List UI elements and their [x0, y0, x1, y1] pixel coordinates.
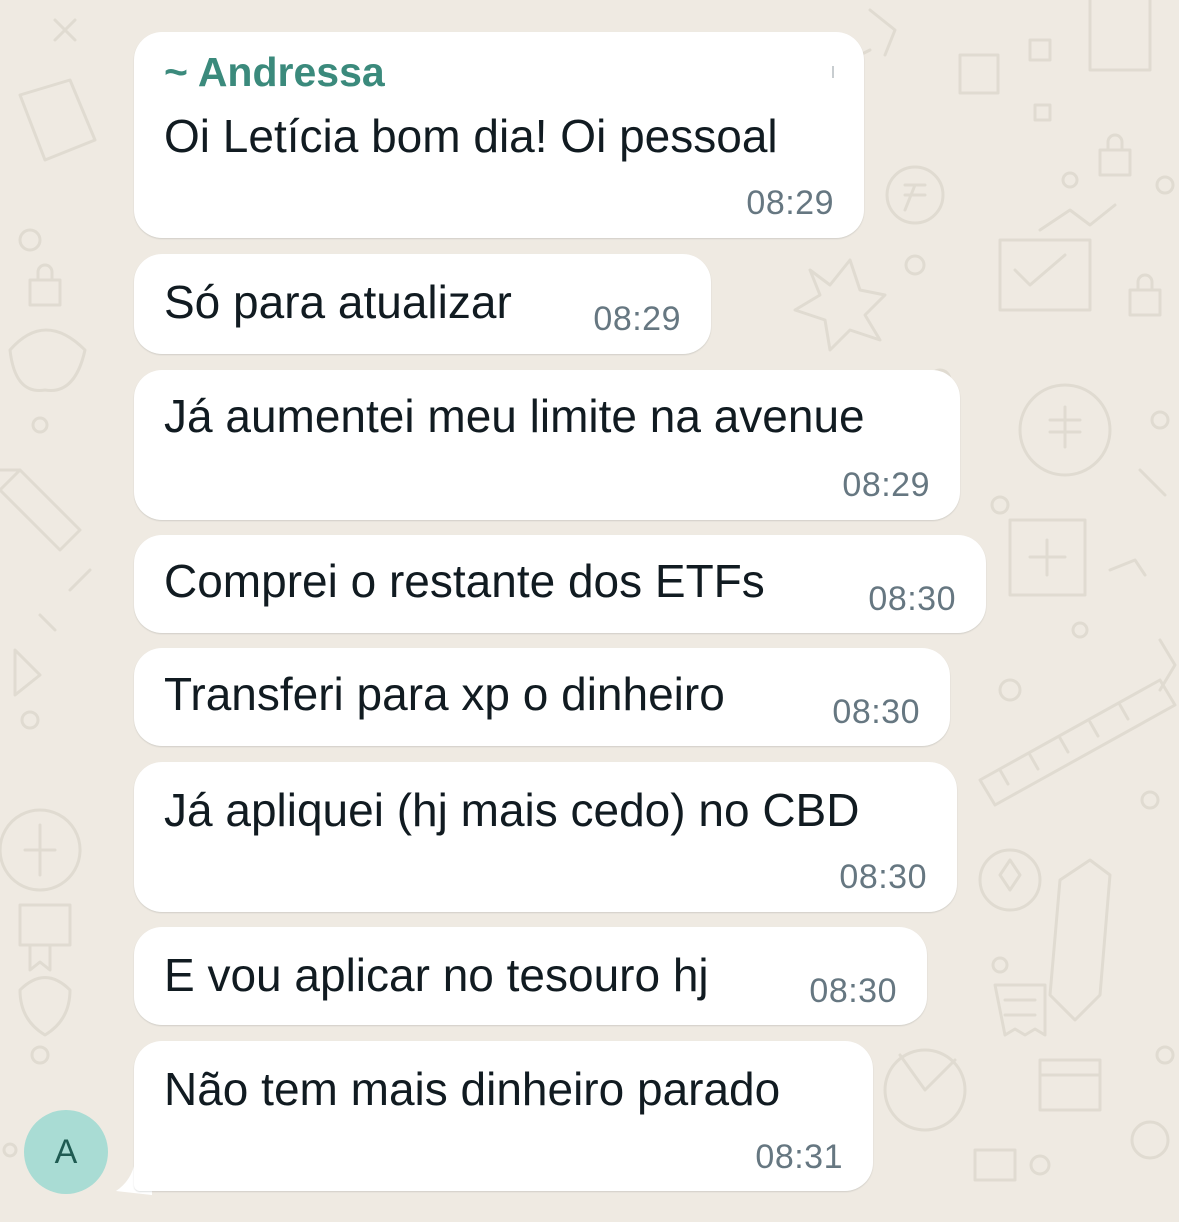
message-time: 08:29	[842, 466, 930, 504]
message-time: 08:31	[755, 1138, 843, 1176]
message-text: Não tem mais dinheiro parado	[164, 1063, 781, 1115]
message-text: Oi Letícia bom dia! Oi pessoal	[164, 110, 778, 162]
message-text: Transferi para xp o dinheiro	[164, 668, 725, 720]
message-bubble[interactable]: Só para atualizar 08:29	[134, 254, 711, 354]
message-bubble[interactable]: E vou aplicar no tesouro hj 08:30	[134, 927, 927, 1025]
sender-avatar[interactable]: A	[24, 1110, 108, 1194]
message-bubble[interactable]: Já aumentei meu limite na avenue 08:29	[134, 370, 960, 520]
message-time: 08:30	[839, 858, 927, 896]
bubble-menu-indicator	[832, 66, 834, 78]
message-text: Já aumentei meu limite na avenue	[164, 390, 865, 442]
message-time: 08:29	[746, 184, 834, 222]
message-time: 08:30	[832, 693, 920, 731]
message-bubble[interactable]: Comprei o restante dos ETFs 08:30	[134, 535, 986, 633]
message-time: 08:30	[868, 580, 956, 618]
message-text: E vou aplicar no tesouro hj	[164, 949, 709, 1001]
message-time: 08:29	[593, 300, 681, 338]
message-bubble[interactable]: Não tem mais dinheiro parado 08:31	[134, 1041, 873, 1191]
message-bubble[interactable]: Já apliquei (hj mais cedo) no CBD 08:30	[134, 762, 957, 912]
message-text: Comprei o restante dos ETFs	[164, 555, 765, 607]
message-bubble[interactable]: ~ Andressa Oi Letícia bom dia! Oi pessoa…	[134, 32, 864, 238]
message-bubble[interactable]: Transferi para xp o dinheiro 08:30	[134, 648, 950, 746]
message-text: Só para atualizar	[164, 276, 512, 328]
sender-name[interactable]: ~ Andressa	[164, 50, 385, 94]
message-text: Já apliquei (hj mais cedo) no CBD	[164, 784, 860, 836]
message-time: 08:30	[809, 972, 897, 1010]
